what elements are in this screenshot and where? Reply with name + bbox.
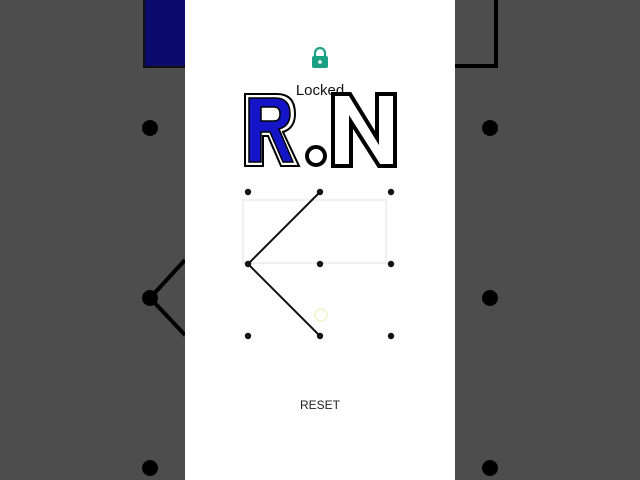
touch-indicator [314, 308, 328, 322]
lock-screen: Locked RESET [185, 0, 455, 480]
pattern-dot-1[interactable] [244, 188, 252, 196]
pattern-dot-6[interactable] [387, 260, 395, 268]
pattern-dot-5[interactable] [316, 260, 324, 268]
pattern-dot-4[interactable] [244, 260, 252, 268]
pattern-dot-9[interactable] [387, 332, 395, 340]
pattern-grid-ghost [242, 199, 387, 264]
pattern-dot-8[interactable] [316, 332, 324, 340]
pattern-dot-7[interactable] [244, 332, 252, 340]
pattern-dot-3[interactable] [387, 188, 395, 196]
pattern-dot-2[interactable] [316, 188, 324, 196]
reset-button[interactable]: RESET [280, 394, 360, 416]
